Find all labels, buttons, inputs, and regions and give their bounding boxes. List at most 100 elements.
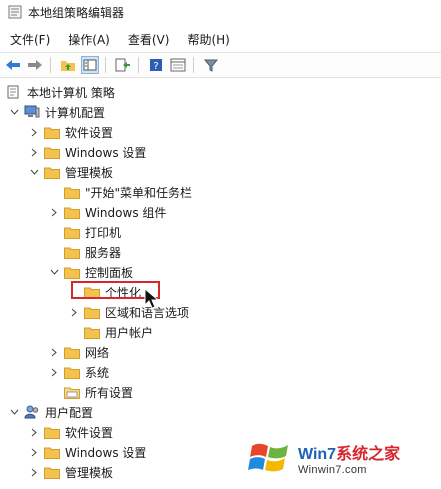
- tree-windows-components[interactable]: Windows 组件: [48, 202, 166, 222]
- chevron-right-icon[interactable]: [48, 346, 60, 358]
- folder-icon: [64, 365, 80, 379]
- tree-server[interactable]: 服务器: [48, 242, 121, 262]
- chevron-right-icon[interactable]: [48, 206, 60, 218]
- tree-all-settings-label: 所有设置: [85, 385, 134, 400]
- folder-icon: [44, 465, 60, 479]
- help-icon[interactable]: ?: [147, 56, 165, 74]
- users-icon: [24, 405, 40, 419]
- folder-icon: [44, 425, 60, 439]
- tree-user-accounts-label: 用户帐户: [105, 325, 154, 340]
- folder-icon: [44, 165, 60, 179]
- folder-icon: [64, 225, 80, 239]
- tree-printers-label: 打印机: [85, 225, 122, 240]
- folder-icon: [84, 325, 100, 339]
- tree-all-settings[interactable]: 所有设置: [48, 382, 133, 402]
- tree-start-menu[interactable]: "开始"菜单和任务栏: [48, 182, 192, 202]
- folder-icon: [64, 345, 80, 359]
- tree-start-menu-label: "开始"菜单和任务栏: [85, 185, 193, 200]
- folder-icon: [64, 185, 80, 199]
- toolbar-separator: [138, 57, 139, 73]
- tree-computer-config[interactable]: 计算机配置: [8, 102, 105, 122]
- tree-root-label: 本地计算机 策略: [27, 85, 115, 100]
- toolbar-separator: [105, 57, 106, 73]
- chevron-down-icon[interactable]: [28, 166, 40, 178]
- tree-windows-settings-label: Windows 设置: [65, 145, 147, 160]
- menu-action[interactable]: 操作(A): [68, 31, 110, 48]
- forward-arrow-icon[interactable]: [26, 56, 44, 74]
- toolbar-separator: [193, 57, 194, 73]
- chevron-right-icon[interactable]: [28, 466, 40, 478]
- title-bar: 本地组策略编辑器: [0, 0, 441, 24]
- toolbar-separator: [50, 57, 51, 73]
- tree-windows-components-label: Windows 组件: [85, 205, 167, 220]
- tree-system[interactable]: 系统: [48, 362, 109, 382]
- tree-user-windows-settings-label: Windows 设置: [65, 445, 147, 460]
- chevron-right-icon[interactable]: [68, 306, 80, 318]
- chevron-right-icon[interactable]: [28, 426, 40, 438]
- tree-control-panel[interactable]: 控制面板: [48, 262, 133, 282]
- menu-file[interactable]: 文件(F): [10, 31, 50, 48]
- up-folder-icon[interactable]: [59, 56, 77, 74]
- folder-icon: [44, 125, 60, 139]
- folder-icon: [64, 265, 80, 279]
- folder-icon: [64, 245, 80, 259]
- tree-root[interactable]: 本地计算机 策略: [6, 82, 115, 102]
- tree-network-label: 网络: [85, 345, 110, 360]
- tree-system-label: 系统: [85, 365, 110, 380]
- tree-server-label: 服务器: [85, 245, 122, 260]
- menu-help[interactable]: 帮助(H): [187, 31, 229, 48]
- watermark-brand-suffix: 系统之家: [336, 446, 401, 463]
- tree-admin-templates-label: 管理模板: [65, 165, 114, 180]
- tree-user-windows-settings[interactable]: Windows 设置: [28, 442, 146, 462]
- tree-user-admin-templates[interactable]: 管理模板: [28, 462, 113, 482]
- policy-editor-icon: [8, 5, 22, 19]
- watermark: Win7系统之家 Winwin7.com: [248, 432, 438, 484]
- chevron-down-icon[interactable]: [8, 106, 20, 118]
- filter-icon[interactable]: [202, 56, 220, 74]
- tree-user-config[interactable]: 用户配置: [8, 402, 93, 422]
- windows-logo-icon: [248, 443, 288, 472]
- chevron-right-icon[interactable]: [28, 446, 40, 458]
- folder-icon: [84, 305, 100, 319]
- tree-windows-settings[interactable]: Windows 设置: [28, 142, 146, 162]
- folder-icon: [44, 445, 60, 459]
- show-tree-icon[interactable]: [81, 56, 99, 74]
- all-settings-folder-icon: [64, 385, 80, 399]
- window-title: 本地组策略编辑器: [28, 5, 125, 20]
- tree-printers[interactable]: 打印机: [48, 222, 121, 242]
- watermark-url: Winwin7.com: [298, 464, 367, 476]
- tree-user-config-label: 用户配置: [45, 405, 94, 420]
- chevron-down-icon[interactable]: [48, 266, 60, 278]
- menu-bar: 文件(F) 操作(A) 查看(V) 帮助(H): [0, 28, 441, 50]
- properties-icon[interactable]: [169, 56, 187, 74]
- tree-control-panel-label: 控制面板: [85, 265, 134, 280]
- back-arrow-icon[interactable]: [4, 56, 22, 74]
- watermark-brand: Win7系统之家: [298, 440, 400, 464]
- chevron-right-icon[interactable]: [28, 146, 40, 158]
- chevron-right-icon[interactable]: [48, 366, 60, 378]
- chevron-right-icon[interactable]: [28, 126, 40, 138]
- tree-user-accounts[interactable]: 用户帐户: [68, 322, 153, 342]
- svg-text:?: ?: [153, 61, 158, 72]
- tree-computer-config-label: 计算机配置: [45, 105, 106, 120]
- tree-software-settings[interactable]: 软件设置: [28, 122, 113, 142]
- watermark-brand-prefix: Win7: [298, 446, 337, 463]
- tree-software-settings-label: 软件设置: [65, 125, 114, 140]
- toolbar: ?: [0, 52, 441, 78]
- tree-admin-templates[interactable]: 管理模板: [28, 162, 113, 182]
- menu-view[interactable]: 查看(V): [128, 31, 170, 48]
- mouse-cursor-icon: [144, 288, 160, 309]
- tree-user-software-settings-label: 软件设置: [65, 425, 114, 440]
- tree-region-language[interactable]: 区域和语言选项: [68, 302, 189, 322]
- computer-icon: [24, 105, 40, 119]
- chevron-down-icon[interactable]: [8, 406, 20, 418]
- tree-network[interactable]: 网络: [48, 342, 109, 362]
- tree-user-admin-templates-label: 管理模板: [65, 465, 114, 480]
- export-list-icon[interactable]: [114, 56, 132, 74]
- tree-user-software-settings[interactable]: 软件设置: [28, 422, 113, 442]
